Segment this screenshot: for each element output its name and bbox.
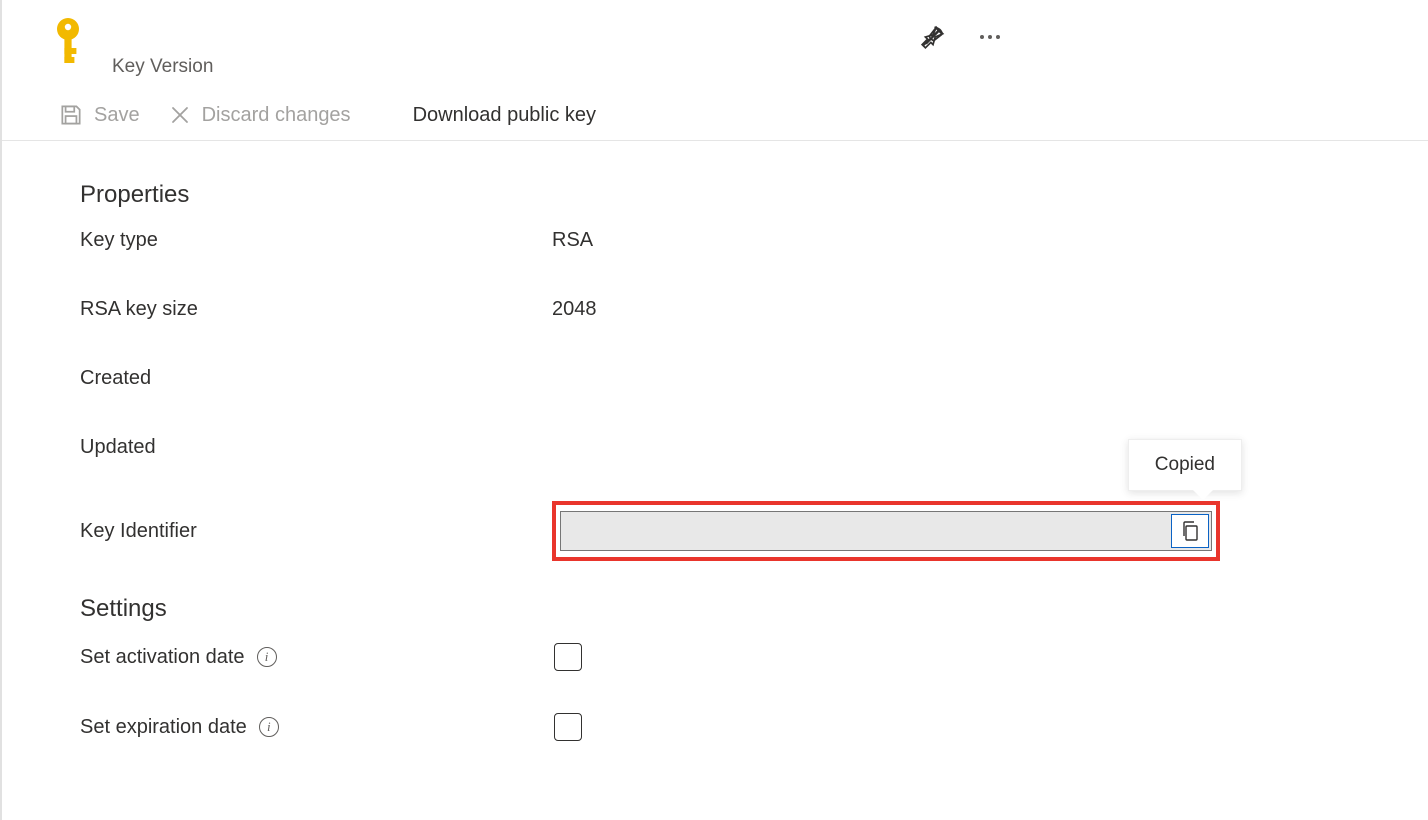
- header-left: Key Version: [48, 18, 213, 78]
- download-public-key-button[interactable]: Download public key: [379, 103, 596, 127]
- toolbar: Save Discard changes Download public key: [2, 84, 1428, 141]
- label-updated: Updated: [80, 436, 552, 459]
- save-button[interactable]: Save: [58, 102, 140, 128]
- label-expiration-date-text: Set expiration date: [80, 716, 247, 739]
- pin-button[interactable]: [920, 24, 946, 50]
- download-icon: [379, 103, 403, 127]
- discard-button[interactable]: Discard changes: [168, 103, 351, 127]
- checkbox-expiration-date[interactable]: [554, 713, 582, 741]
- page-subtitle: Key Version: [112, 56, 213, 78]
- value-key-type: RSA: [552, 229, 593, 252]
- download-label: Download public key: [413, 104, 596, 127]
- page-header: Key Version: [2, 0, 1428, 78]
- copy-icon: [1180, 520, 1200, 542]
- settings-title: Settings: [80, 595, 1428, 623]
- row-expiration-date: Set expiration date i: [80, 713, 1428, 741]
- content: Properties Key type RSA RSA key size 204…: [2, 141, 1428, 741]
- save-icon: [58, 102, 84, 128]
- row-rsa-key-size: RSA key size 2048: [80, 298, 1428, 321]
- copied-tooltip-label: Copied: [1155, 454, 1215, 475]
- info-icon[interactable]: i: [259, 717, 279, 737]
- row-key-type: Key type RSA: [80, 229, 1428, 252]
- row-activation-date: Set activation date i: [80, 643, 1428, 671]
- label-key-identifier: Key Identifier: [80, 520, 552, 543]
- key-identifier-field[interactable]: Copied: [560, 511, 1212, 551]
- label-rsa-key-size: RSA key size: [80, 298, 552, 321]
- copied-tooltip: Copied: [1128, 439, 1242, 491]
- value-rsa-key-size: 2048: [552, 298, 597, 321]
- label-expiration-date: Set expiration date i: [80, 716, 554, 739]
- checkbox-activation-date[interactable]: [554, 643, 582, 671]
- more-button[interactable]: [978, 33, 1002, 41]
- label-key-type: Key type: [80, 229, 552, 252]
- row-key-identifier: Key Identifier Copied: [80, 501, 1428, 561]
- close-icon: [168, 103, 192, 127]
- header-right: [920, 18, 1392, 50]
- key-icon: [48, 18, 88, 68]
- label-activation-date-text: Set activation date: [80, 646, 245, 669]
- discard-label: Discard changes: [202, 104, 351, 127]
- copy-button[interactable]: Copied: [1171, 514, 1209, 548]
- key-identifier-highlight: Copied: [552, 501, 1220, 561]
- row-created: Created: [80, 367, 1428, 390]
- properties-title: Properties: [80, 181, 1428, 209]
- label-created: Created: [80, 367, 552, 390]
- label-activation-date: Set activation date i: [80, 646, 554, 669]
- save-label: Save: [94, 104, 140, 127]
- info-icon[interactable]: i: [257, 647, 277, 667]
